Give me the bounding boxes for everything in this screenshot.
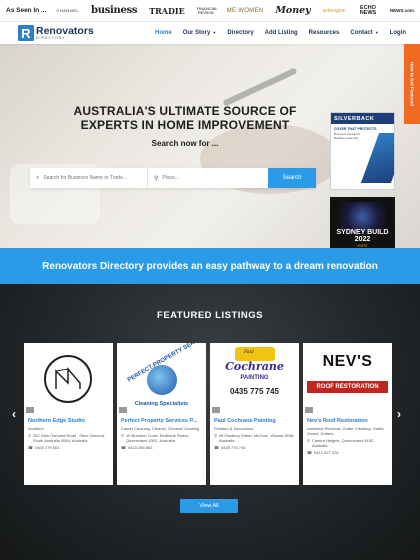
nav-our-story[interactable]: Our Story ▼ — [183, 30, 217, 36]
ad-brand: SILVERBACK — [331, 113, 394, 124]
listing-address: 202 Glen Osmond Road , Glen Osmond, Sout… — [32, 433, 106, 443]
listing-phone: 0435 775 745 — [220, 445, 246, 450]
nav-add-listing[interactable]: Add Listing — [265, 30, 298, 36]
place-field: ⚲ — [148, 168, 268, 188]
badge-icon — [305, 407, 313, 413]
ad-title: SYDNEY BUILD 2022 — [336, 229, 389, 243]
location-pin-icon: ⚲ — [28, 433, 31, 438]
listing-name: Nev's Roof Restoration — [307, 418, 368, 424]
listing-logo: PERFECT PROPERTY SERVICES PTY Cleaning S… — [117, 343, 206, 415]
listing-category: Painters & Decorators — [214, 426, 254, 431]
listing-logo — [24, 343, 113, 415]
get-featured-label: How to Get Featured — [409, 61, 415, 106]
paint-can-icon — [235, 347, 275, 361]
hero-background-pen — [222, 67, 298, 107]
listing-name: Paul Cochrane Painting — [214, 418, 276, 424]
paul-logo-main: Cochrane — [225, 360, 284, 373]
northern-edge-logo — [44, 355, 92, 403]
perfect-property-logo-sub: Cleaning Specialists — [134, 401, 189, 407]
listing-name: Northern Edge Studio — [28, 418, 85, 424]
get-featured-tab[interactable]: How to Get Featured — [404, 44, 420, 124]
paul-logo-top: Paul — [244, 350, 254, 355]
media-logo: NEWS.com — [389, 8, 414, 13]
as-seen-in-bar: As Seen In ... CHANNEL business TRADIE F… — [0, 0, 420, 22]
site-logo[interactable]: R Renovators DIRECTORY — [18, 25, 94, 41]
badge-icon — [212, 407, 220, 413]
sydney-build-ad[interactable]: SYDNEY BUILD 2022 EXPO — [330, 197, 395, 248]
tagline-text: Renovators Directory provides an easy pa… — [42, 260, 378, 272]
brand-name: Renovators — [36, 25, 94, 37]
as-seen-in-label: As Seen In ... — [6, 7, 47, 14]
place-search-input[interactable] — [162, 175, 268, 181]
listing-card-northern-edge[interactable]: Northern Edge Studio Architect ⚲ 202 Glen… — [24, 343, 113, 485]
keyword-search-input[interactable] — [43, 175, 147, 181]
listing-logo: Paul Cochrane PAINTING 0435 775 745 — [210, 343, 299, 415]
media-logos: CHANNEL business TRADIE FINANCIAL REVIEW… — [56, 5, 414, 16]
carousel-next-arrow-icon[interactable]: › — [397, 407, 401, 421]
hero-title: AUSTRALIA'S ULTIMATE SOURCE OF EXPERTS I… — [73, 104, 297, 132]
listing-phone: 0400 279 604 — [34, 445, 60, 450]
chevron-down-icon: ▼ — [374, 30, 379, 35]
listing-card-paul-cochrane[interactable]: Paul Cochrane PAINTING 0435 775 745 Paul… — [210, 343, 299, 485]
silverback-ad[interactable]: SILVERBACK COVER THAT PROTECTS Business … — [330, 112, 395, 190]
paul-logo-word: PAINTING — [240, 375, 269, 381]
listing-category: Architect — [28, 426, 44, 431]
tagline-banner: Renovators Directory provides an easy pa… — [0, 248, 420, 284]
location-pin-icon: ⚲ — [214, 433, 217, 438]
view-all-button[interactable]: View All — [180, 499, 238, 513]
main-navbar: R Renovators DIRECTORY Home Our Story ▼ D… — [0, 22, 420, 44]
listing-card-nevs-roof[interactable]: NEV'S ROOF RESTORATION Nev's Roof Restor… — [303, 343, 392, 485]
location-pin-icon: ⚲ — [307, 438, 310, 443]
search-bar: ⌕ ⚲ Search — [30, 168, 316, 188]
listing-category: Carpet Cleaning, Cleaner, General Cleani… — [121, 426, 200, 431]
nav-menu: Home Our Story ▼ Directory Add Listing Re… — [144, 30, 406, 36]
chevron-down-icon: ▼ — [212, 30, 217, 35]
media-logo: FINANCIAL REVIEW — [196, 5, 218, 15]
media-logo: CHANNEL — [56, 8, 80, 13]
nav-resources[interactable]: Resources — [309, 30, 340, 36]
hero-subtitle: Search now for ... — [151, 139, 219, 148]
carousel-prev-arrow-icon[interactable]: ‹ — [12, 407, 16, 421]
nev-logo-sub: ROOF RESTORATION — [307, 381, 388, 393]
ad-graphic — [340, 202, 385, 232]
listing-address: Camira Heights, Queensland 4152, Austral… — [311, 438, 375, 448]
location-pin-icon: ⚲ — [121, 433, 124, 438]
brand-subtitle: DIRECTORY — [36, 36, 66, 40]
listing-logo: NEV'S ROOF RESTORATION — [303, 343, 392, 415]
media-logo: business — [91, 5, 138, 16]
listing-phone: 0423 285 863 — [127, 445, 153, 450]
listing-address: 10 Brandon Court, Redbank Plains, Queens… — [125, 433, 189, 443]
media-logo: Money — [275, 5, 311, 16]
nav-directory[interactable]: Directory — [227, 30, 253, 36]
phone-icon: ☎ — [214, 445, 219, 450]
phone-icon: ☎ — [121, 445, 126, 450]
nav-home[interactable]: Home — [155, 30, 172, 36]
featured-listings-section: FEATURED LISTINGS ‹ › Northern Edge Stud… — [0, 284, 420, 560]
location-pin-icon: ⚲ — [154, 175, 159, 182]
search-button[interactable]: Search — [268, 168, 316, 188]
featured-title: FEATURED LISTINGS — [157, 310, 263, 321]
media-logo: ECHO NEWS — [359, 4, 377, 16]
keyword-field: ⌕ — [30, 168, 148, 188]
hero-section: AUSTRALIA'S ULTIMATE SOURCE OF EXPERTS I… — [0, 44, 420, 248]
media-logo: actiongear — [322, 7, 347, 14]
nav-contact[interactable]: Contact ▼ — [350, 30, 378, 36]
listing-card-perfect-property[interactable]: PERFECT PROPERTY SERVICES PTY Cleaning S… — [117, 343, 206, 485]
media-logo: TRADIE — [149, 5, 185, 16]
logo-mark: R — [18, 25, 34, 41]
badge-icon — [26, 407, 34, 413]
search-icon: ⌕ — [36, 174, 40, 181]
listing-phone: 0412 527 378 — [313, 450, 339, 455]
listing-name: Perfect Property Services P... — [121, 418, 198, 424]
nev-logo-main: NEV'S — [322, 353, 373, 370]
badge-icon — [119, 407, 127, 413]
phone-icon: ☎ — [28, 445, 33, 450]
paul-logo-phone: 0435 775 745 — [230, 387, 279, 396]
phone-icon: ☎ — [307, 450, 312, 455]
nav-login[interactable]: Login — [390, 30, 406, 36]
listing-category: Asbestos Removal, Gutter Cleaning, Gutte… — [307, 426, 384, 436]
media-logo: ME WOMEN — [226, 7, 264, 14]
listing-address: 58 Finsbury Street, McCrae, Victoria 393… — [218, 433, 295, 443]
house-icon — [147, 365, 177, 395]
